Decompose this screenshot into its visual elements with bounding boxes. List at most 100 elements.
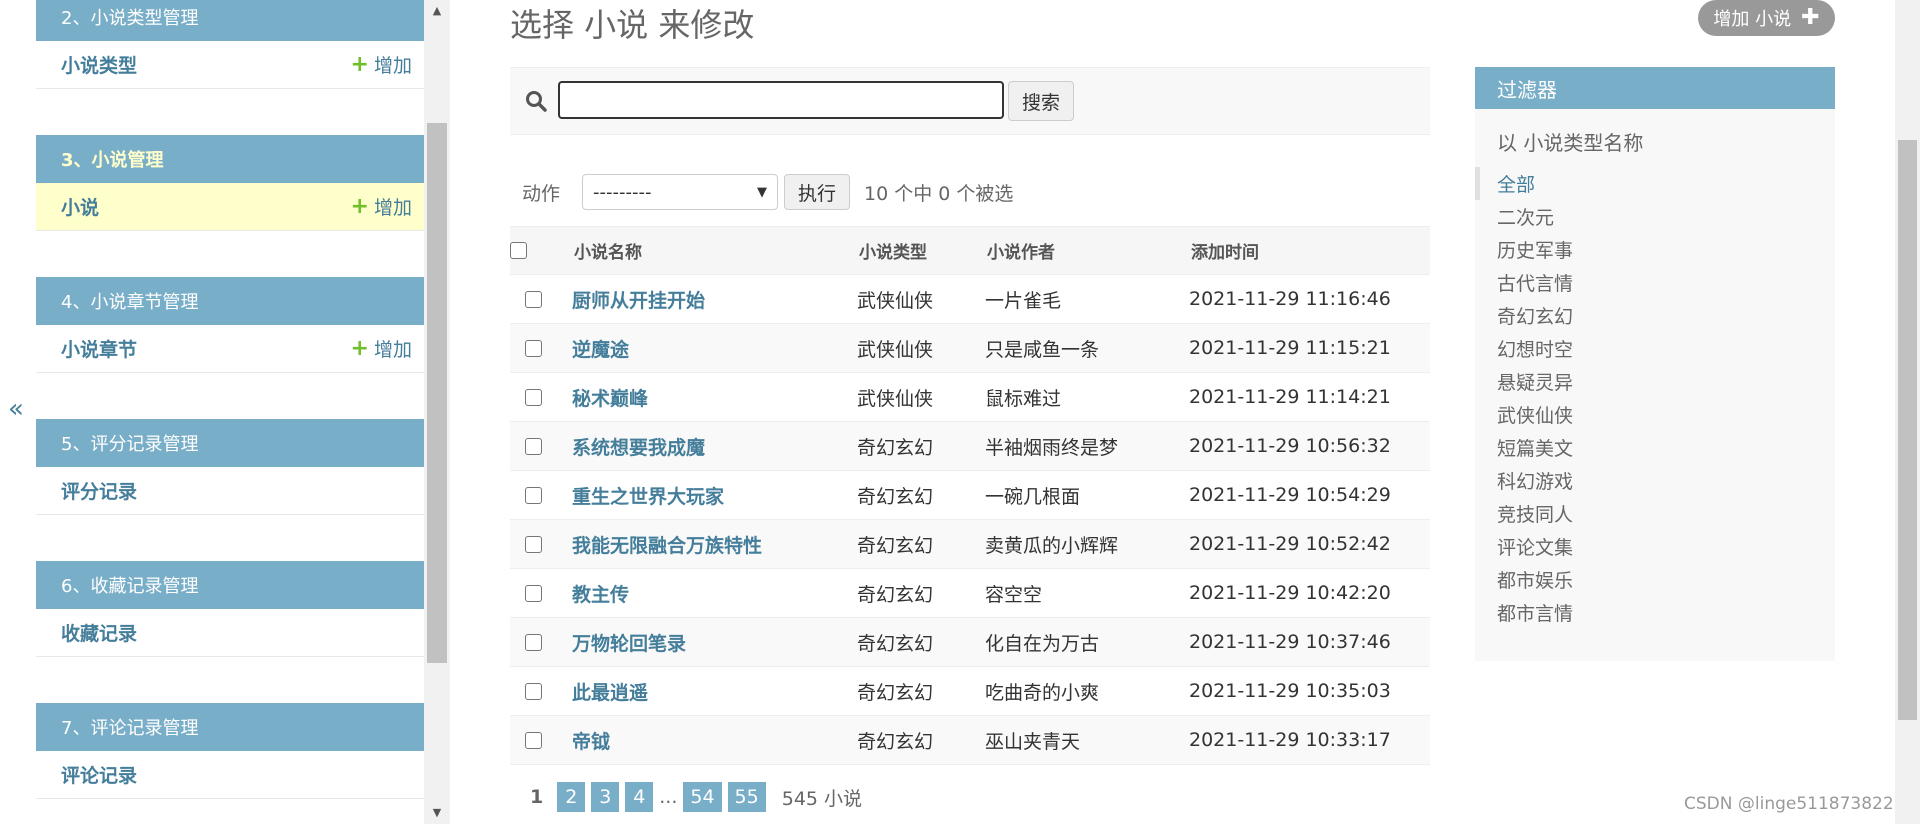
table-row: 我能无限融合万族特性 奇幻玄幻 卖黄瓜的小辉辉 2021-11-29 10:52:42 <box>510 519 1430 569</box>
module-header[interactable]: 4、小说章节管理 <box>36 277 424 325</box>
sidebar-item-link[interactable]: 小说 <box>61 193 99 220</box>
filter-option[interactable]: 武侠仙侠 <box>1475 398 1835 431</box>
module-header[interactable]: 6、收藏记录管理 <box>36 561 424 609</box>
filter-option[interactable]: 短篇美文 <box>1475 431 1835 464</box>
novel-name-link[interactable]: 厨师从开挂开始 <box>572 290 705 312</box>
novel-author: 一片雀毛 <box>985 289 1062 312</box>
sidebar-item-link[interactable]: 小说类型 <box>61 51 137 78</box>
filter-panel: 过滤器 以 小说类型名称 全部 二次元 历史军事 古代言情 奇幻玄幻 幻想时空 悬疑灵异 武侠… <box>1475 67 1835 661</box>
actions-bar: 动作 --------- ▼ 执行 10 个中 0 个被选 <box>510 174 1430 210</box>
novel-date: 2021-11-29 10:56:32 <box>1189 435 1391 457</box>
collapse-sidebar-button[interactable]: « <box>0 0 36 824</box>
filter-option[interactable]: 悬疑灵异 <box>1475 365 1835 398</box>
filter-option[interactable]: 评论文集 <box>1475 530 1835 563</box>
page-link[interactable]: 4 <box>625 782 654 812</box>
novel-name-link[interactable]: 系统想要我成魔 <box>572 437 705 459</box>
table-row: 帝钺 奇幻玄幻 巫山夹青天 2021-11-29 10:33:17 <box>510 715 1430 765</box>
novel-name-link[interactable]: 万物轮回笔录 <box>572 633 686 655</box>
filter-option[interactable]: 科幻游戏 <box>1475 464 1835 497</box>
sidebar-add-link[interactable]: + 增加 <box>351 51 412 78</box>
filter-option[interactable]: 竞技同人 <box>1475 497 1835 530</box>
row-checkbox[interactable] <box>525 340 542 357</box>
filter-option[interactable]: 历史军事 <box>1475 233 1835 266</box>
row-checkbox[interactable] <box>525 585 542 602</box>
page-scrollbar-thumb[interactable] <box>1898 140 1917 720</box>
novel-author: 半袖烟雨终是梦 <box>985 436 1119 459</box>
table-row: 系统想要我成魔 奇幻玄幻 半袖烟雨终是梦 2021-11-29 10:56:32 <box>510 421 1430 471</box>
filter-option[interactable]: 都市娱乐 <box>1475 563 1835 596</box>
novel-name-link[interactable]: 我能无限融合万族特性 <box>572 535 762 557</box>
page-link[interactable]: 2 <box>557 782 586 812</box>
novel-type: 奇幻玄幻 <box>857 583 934 606</box>
filter-option[interactable]: 都市言情 <box>1475 596 1835 629</box>
row-checkbox[interactable] <box>525 389 542 406</box>
row-checkbox[interactable] <box>525 732 542 749</box>
plus-icon: + <box>350 193 369 219</box>
add-label: 增加 <box>373 339 412 361</box>
filter-option[interactable]: 二次元 <box>1475 200 1835 233</box>
watermark: CSDN @linge511873822 <box>1684 794 1894 814</box>
module-header[interactable]: 7、评论记录管理 <box>36 703 424 751</box>
column-header-name[interactable]: 小说名称 <box>572 226 857 275</box>
row-checkbox[interactable] <box>525 438 542 455</box>
scroll-down-arrow-icon[interactable]: ▼ <box>424 806 450 819</box>
row-checkbox[interactable] <box>525 536 542 553</box>
novel-author: 化自在为万古 <box>985 632 1100 655</box>
sidebar-item: 评分记录 <box>36 467 424 515</box>
sidebar-item: 小说章节 + 增加 <box>36 325 424 373</box>
select-all-checkbox[interactable] <box>510 242 527 259</box>
page-link[interactable]: 55 <box>727 782 766 812</box>
novel-name-link[interactable]: 重生之世界大玩家 <box>572 486 724 508</box>
table-header-row: 小说名称 小说类型 小说作者 添加时间 <box>510 226 1430 275</box>
column-header-type[interactable]: 小说类型 <box>857 226 985 275</box>
run-action-button[interactable]: 执行 <box>784 174 850 210</box>
current-page: 1 <box>530 786 544 808</box>
novel-type: 奇幻玄幻 <box>857 730 934 753</box>
novel-date: 2021-11-29 11:15:21 <box>1189 337 1391 359</box>
page-link[interactable]: 54 <box>683 782 722 812</box>
row-checkbox[interactable] <box>525 634 542 651</box>
page-title: 选择 小说 来修改 <box>510 6 755 44</box>
page-scrollbar[interactable] <box>1895 0 1920 824</box>
scroll-up-arrow-icon[interactable]: ▲ <box>424 4 450 17</box>
search-button[interactable]: 搜索 <box>1008 81 1074 121</box>
sidebar-item-link[interactable]: 评分记录 <box>61 477 137 504</box>
sidebar-add-link[interactable]: + 增加 <box>351 193 412 220</box>
column-header-author[interactable]: 小说作者 <box>985 226 1189 275</box>
add-novel-button[interactable]: 增加 小说 ✚ <box>1698 0 1835 36</box>
novel-name-link[interactable]: 逆魔途 <box>572 339 629 361</box>
column-header-date[interactable]: 添加时间 <box>1189 226 1430 275</box>
novel-date: 2021-11-29 10:42:20 <box>1189 582 1391 604</box>
sidebar-item-link[interactable]: 评论记录 <box>61 761 137 788</box>
sidebar-scrollbar[interactable]: ▲ ▼ <box>424 0 450 824</box>
sidebar-add-link[interactable]: + 增加 <box>351 335 412 362</box>
module-header[interactable]: 2、小说类型管理 <box>36 0 424 41</box>
double-chevron-left-icon[interactable]: « <box>8 396 24 422</box>
action-label: 动作 <box>522 182 561 205</box>
filter-title: 过滤器 <box>1475 67 1835 109</box>
filter-option[interactable]: 幻想时空 <box>1475 332 1835 365</box>
page-link[interactable]: 3 <box>591 782 620 812</box>
filter-option[interactable]: 奇幻玄幻 <box>1475 299 1835 332</box>
novel-author: 容空空 <box>985 583 1043 606</box>
row-checkbox[interactable] <box>525 683 542 700</box>
module-header[interactable]: 5、评分记录管理 <box>36 419 424 467</box>
module-header[interactable]: 3、小说管理 <box>36 135 424 183</box>
action-select[interactable]: --------- ▼ <box>582 174 778 210</box>
filter-option[interactable]: 古代言情 <box>1475 266 1835 299</box>
row-checkbox[interactable] <box>525 487 542 504</box>
novel-name-link[interactable]: 帝钺 <box>572 731 610 753</box>
novel-author: 卖黄瓜的小辉辉 <box>985 534 1119 557</box>
result-table: 小说名称 小说类型 小说作者 添加时间 厨师从开挂开始 武侠仙侠 一片雀毛 2021-… <box>510 226 1430 765</box>
search-input[interactable] <box>558 81 1004 119</box>
novel-type: 奇幻玄幻 <box>857 681 934 704</box>
sidebar-item-link[interactable]: 小说章节 <box>61 335 137 362</box>
sidebar-scrollbar-thumb[interactable] <box>427 123 447 663</box>
sidebar-item-link[interactable]: 收藏记录 <box>61 619 137 646</box>
novel-name-link[interactable]: 教主传 <box>572 584 629 606</box>
novel-name-link[interactable]: 秘术巅峰 <box>572 388 648 410</box>
sidebar-item: 小说 + 增加 <box>36 183 424 231</box>
filter-option[interactable]: 全部 <box>1475 167 1835 200</box>
novel-name-link[interactable]: 此最逍遥 <box>572 682 648 704</box>
row-checkbox[interactable] <box>525 291 542 308</box>
